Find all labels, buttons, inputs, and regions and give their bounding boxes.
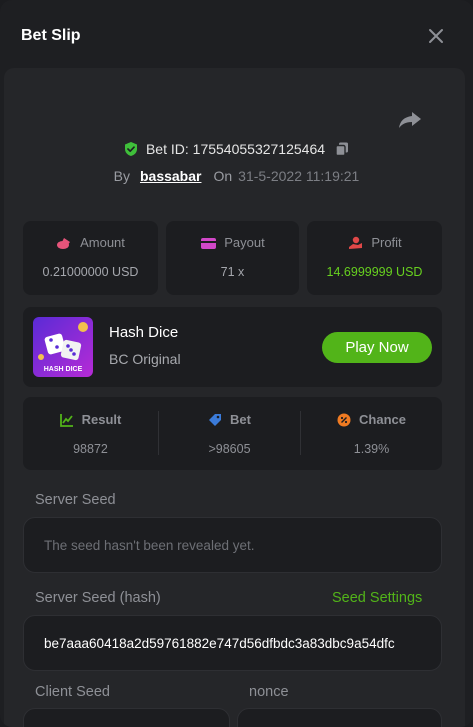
wallet-icon bbox=[201, 237, 217, 249]
hand-coin-icon bbox=[349, 236, 363, 249]
chance-column: Chance 1.39% bbox=[301, 397, 442, 470]
percent-icon bbox=[337, 413, 351, 426]
modal-header: Bet Slip bbox=[0, 0, 473, 70]
payout-value: 71 x bbox=[220, 265, 245, 279]
bet-column: Bet >98605 bbox=[159, 397, 300, 470]
server-seed-hash-value: be7aaa60418a2d59761882e747d56dfbdc3a83db… bbox=[44, 635, 395, 651]
server-seed-hash-field[interactable]: be7aaa60418a2d59761882e747d56dfbdc3a83db… bbox=[23, 615, 442, 671]
bet-slip-modal: Bet Slip Bet ID: 17554055327125464 By ba… bbox=[0, 0, 473, 727]
username-link[interactable]: bassabar bbox=[140, 168, 201, 184]
result-value: 98872 bbox=[73, 442, 108, 456]
game-thumbnail[interactable]: HASH DICE bbox=[33, 317, 93, 377]
chance-value: 1.39% bbox=[353, 442, 390, 456]
amount-card: Amount 0.21000000 USD bbox=[23, 221, 158, 295]
bet-label: Bet bbox=[230, 412, 251, 427]
payout-card: Payout 71 x bbox=[166, 221, 299, 295]
amount-value: 0.21000000 USD bbox=[42, 265, 139, 279]
play-now-button[interactable]: Play Now bbox=[322, 332, 432, 363]
game-name: Hash Dice bbox=[109, 324, 179, 341]
close-icon[interactable] bbox=[426, 26, 446, 46]
nonce-field[interactable] bbox=[237, 708, 442, 727]
profit-label: Profit bbox=[371, 235, 402, 250]
server-seed-label: Server Seed bbox=[35, 492, 116, 508]
game-subtitle: BC Original bbox=[109, 351, 181, 367]
result-label: Result bbox=[81, 412, 122, 427]
shield-check-icon bbox=[124, 142, 137, 156]
client-seed-field[interactable] bbox=[23, 708, 230, 727]
thumb-title: HASH DICE bbox=[44, 366, 83, 373]
coins-icon bbox=[57, 237, 71, 249]
chart-icon bbox=[59, 413, 73, 427]
dice-icon: HASH DICE bbox=[33, 317, 93, 377]
bet-value: >98605 bbox=[208, 442, 251, 456]
nonce-label: nonce bbox=[249, 684, 289, 700]
profit-value: 14.6999999 USD bbox=[326, 265, 423, 279]
result-card: Result 98872 Bet >98605 Chance 1.39% bbox=[23, 397, 442, 470]
bet-id-row: Bet ID: 17554055327125464 bbox=[0, 138, 473, 160]
chance-label: Chance bbox=[359, 412, 406, 427]
bet-author-row: By bassabar On 31-5-2022 11:19:21 bbox=[0, 165, 473, 187]
copy-icon[interactable] bbox=[334, 141, 350, 157]
result-column: Result 98872 bbox=[23, 397, 158, 470]
tag-icon bbox=[209, 413, 222, 426]
by-label: By bbox=[113, 168, 130, 184]
server-seed-field[interactable]: The seed hasn't been revealed yet. bbox=[23, 517, 442, 573]
share-icon[interactable] bbox=[394, 108, 426, 132]
payout-label: Payout bbox=[224, 235, 265, 250]
profit-card: Profit 14.6999999 USD bbox=[307, 221, 442, 295]
bet-datetime: 31-5-2022 11:19:21 bbox=[238, 168, 360, 184]
server-seed-hash-label: Server Seed (hash) bbox=[35, 590, 161, 606]
amount-label: Amount bbox=[80, 235, 125, 250]
client-seed-label: Client Seed bbox=[35, 684, 110, 700]
game-card: HASH DICE Hash Dice BC Original Play Now bbox=[23, 307, 442, 387]
server-seed-value: The seed hasn't been revealed yet. bbox=[44, 537, 255, 553]
bet-id: Bet ID: 17554055327125464 bbox=[145, 141, 326, 157]
on-label: On bbox=[213, 168, 233, 184]
modal-title: Bet Slip bbox=[21, 27, 81, 44]
seed-settings-link[interactable]: Seed Settings bbox=[332, 590, 422, 606]
